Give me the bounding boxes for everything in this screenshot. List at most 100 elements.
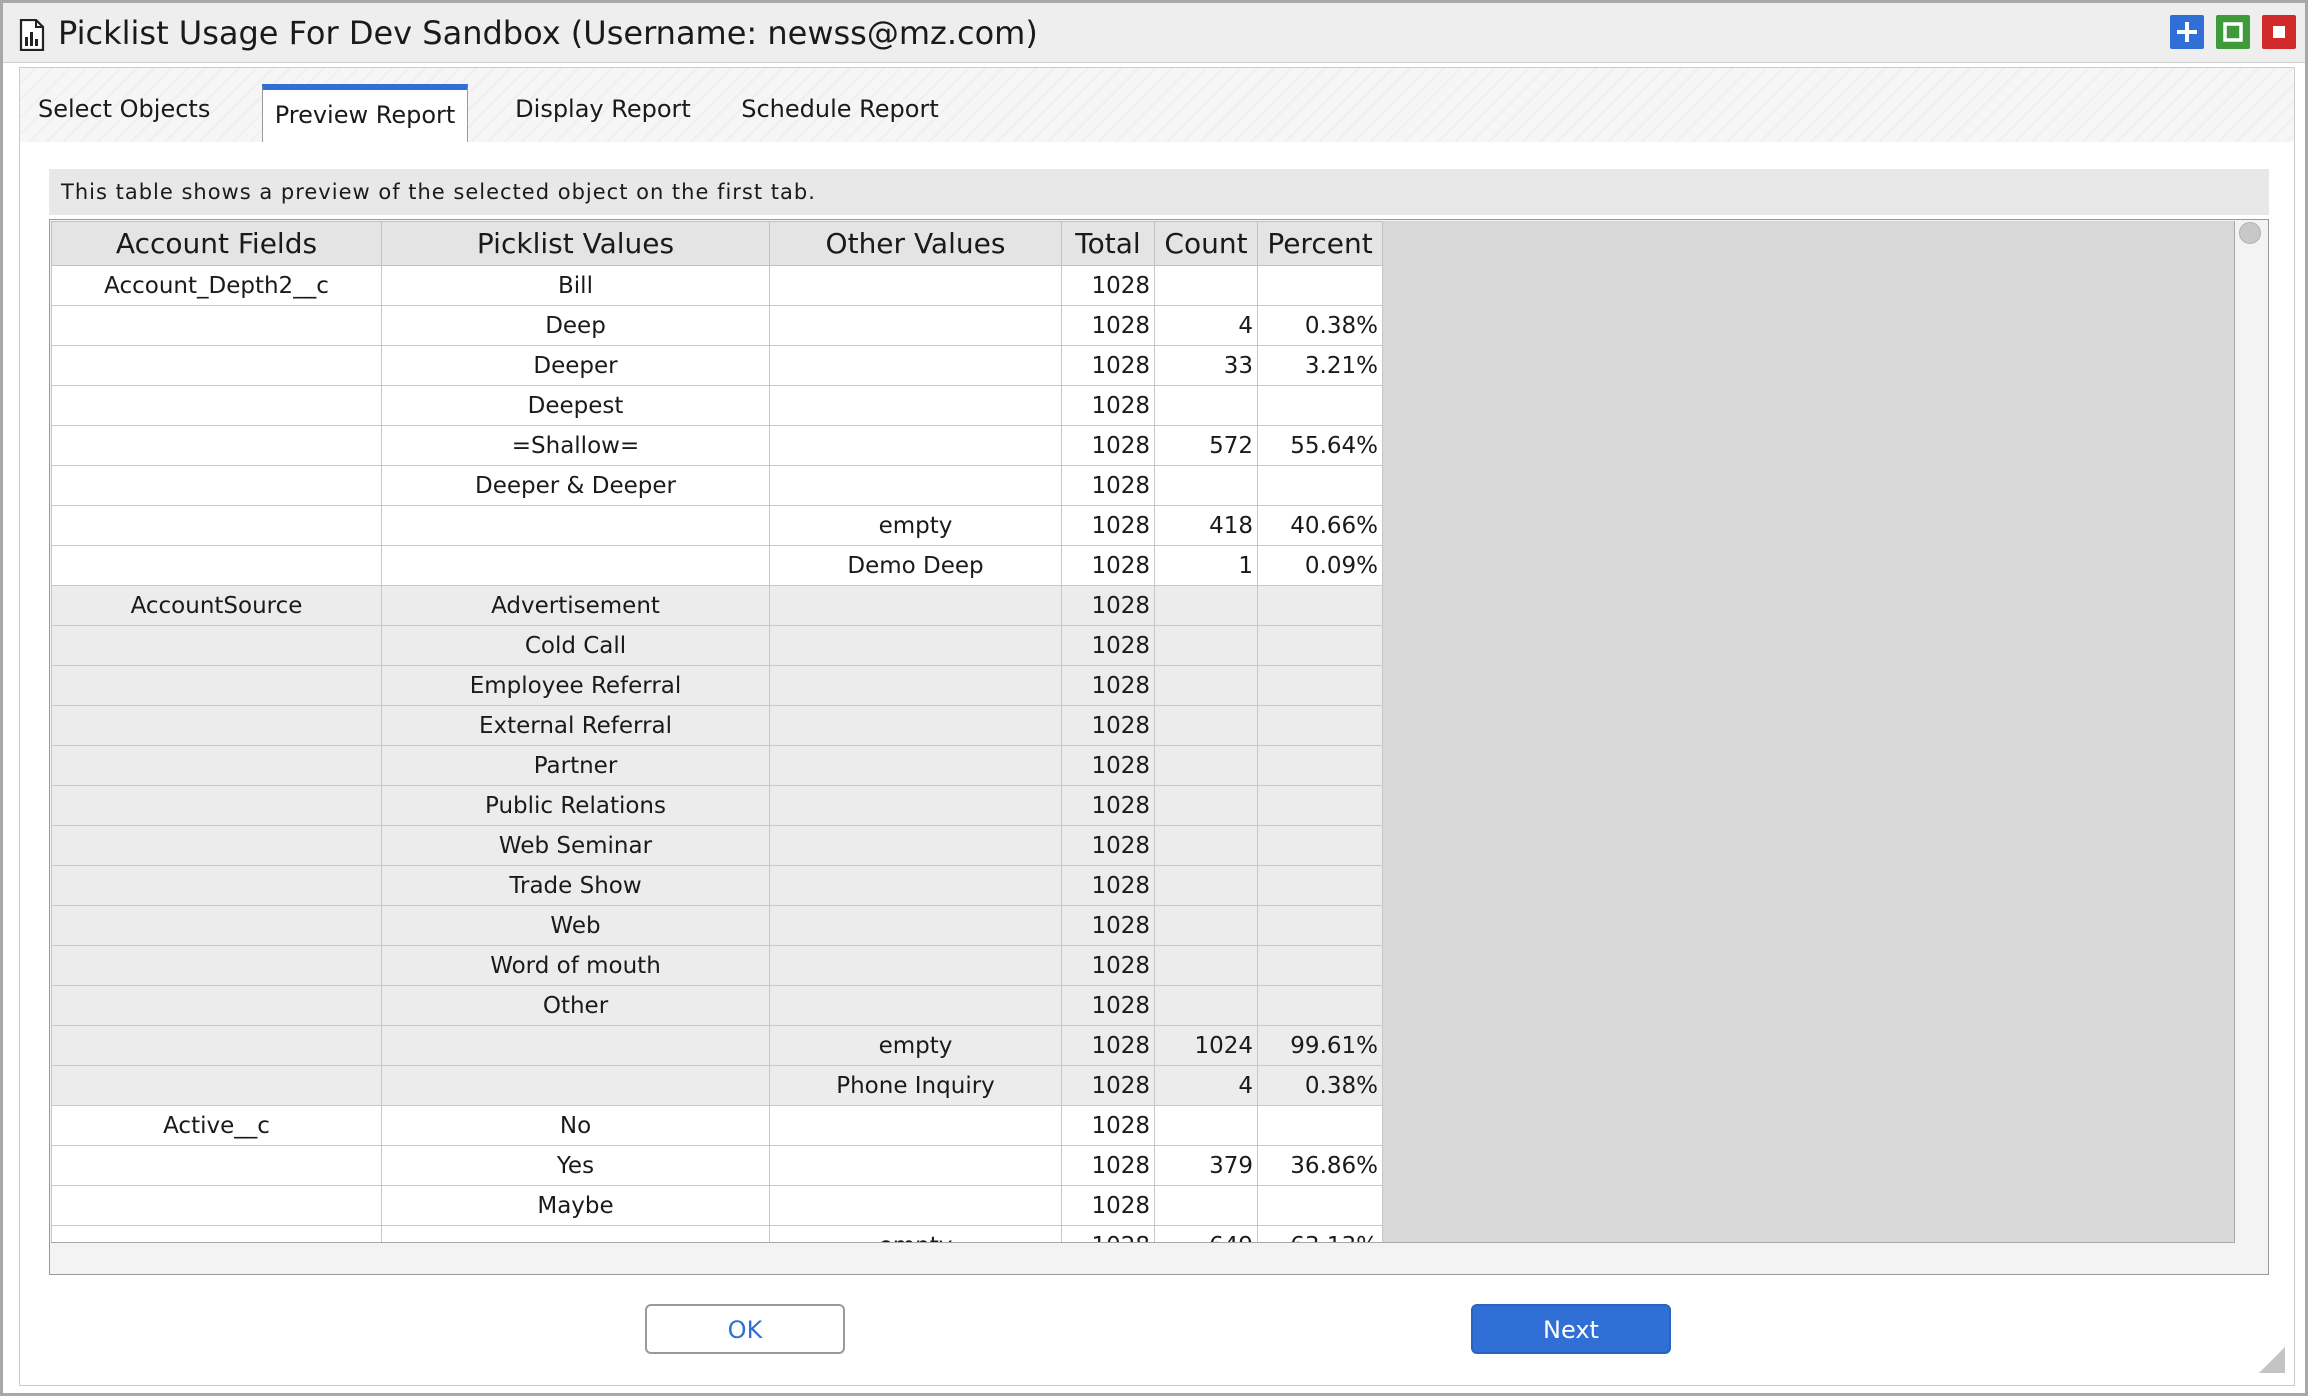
cell-picklist-value: No	[381, 1105, 770, 1146]
cell-account-field: AccountSource	[51, 585, 382, 626]
tab-select-objects[interactable]: Select Objects	[38, 82, 210, 144]
table-row[interactable]: Deeper 1028 33 3.21%	[51, 345, 1383, 386]
table-row[interactable]: Employee Referral 1028	[51, 665, 1383, 706]
cell-account-field	[51, 385, 382, 426]
add-window-button[interactable]	[2170, 15, 2204, 49]
resize-grip-icon[interactable]	[2259, 1347, 2285, 1373]
table-row[interactable]: Active__c No 1028	[51, 1105, 1383, 1146]
cell-percent: 55.64%	[1257, 425, 1383, 466]
cell-account-field	[51, 705, 382, 746]
cell-count: 4	[1154, 305, 1258, 346]
column-header-other-values[interactable]: Other Values	[769, 221, 1062, 266]
cell-count: 418	[1154, 505, 1258, 546]
tab-preview-report[interactable]: Preview Report	[262, 84, 468, 145]
cell-count	[1154, 585, 1258, 626]
close-button[interactable]	[2262, 15, 2296, 49]
cell-total: 1028	[1061, 985, 1155, 1026]
cell-account-field	[51, 345, 382, 386]
report-table-scroll-area[interactable]: Account Fields Picklist Values Other Val…	[51, 221, 2235, 1243]
cell-account-field	[51, 505, 382, 546]
cell-count	[1154, 1185, 1258, 1226]
plus-icon	[2177, 22, 2197, 42]
table-row[interactable]: Demo Deep 1028 1 0.09%	[51, 545, 1383, 586]
tab-display-report[interactable]: Display Report	[503, 82, 703, 144]
cell-picklist-value: Bill	[381, 265, 770, 306]
cell-other-value	[769, 305, 1062, 346]
cell-total: 1028	[1061, 505, 1155, 546]
scrollbar-thumb[interactable]	[2239, 222, 2261, 244]
column-header-count[interactable]: Count	[1154, 221, 1258, 266]
cell-total: 1028	[1061, 785, 1155, 826]
cell-account-field	[51, 985, 382, 1026]
table-row[interactable]: Maybe 1028	[51, 1185, 1383, 1226]
cell-other-value	[769, 665, 1062, 706]
cell-count: 649	[1154, 1225, 1258, 1242]
cell-total: 1028	[1061, 1065, 1155, 1106]
column-header-account-fields[interactable]: Account Fields	[51, 221, 382, 266]
column-header-picklist-values[interactable]: Picklist Values	[381, 221, 770, 266]
cell-percent: 36.86%	[1257, 1145, 1383, 1186]
table-row[interactable]: Phone Inquiry 1028 4 0.38%	[51, 1065, 1383, 1106]
title-bar[interactable]: Picklist Usage For Dev Sandbox (Username…	[3, 3, 2305, 63]
table-row[interactable]: Deepest 1028	[51, 385, 1383, 426]
cell-count	[1154, 945, 1258, 986]
table-row[interactable]: Word of mouth 1028	[51, 945, 1383, 986]
table-row[interactable]: Partner 1028	[51, 745, 1383, 786]
table-row[interactable]: Yes 1028 379 36.86%	[51, 1145, 1383, 1186]
cell-percent	[1257, 1185, 1383, 1226]
cell-picklist-value: Partner	[381, 745, 770, 786]
cell-picklist-value	[381, 545, 770, 586]
ok-button[interactable]: OK	[645, 1304, 845, 1354]
cell-total: 1028	[1061, 345, 1155, 386]
table-body: Account_Depth2__c Bill 1028 Deep 1028 4 0.38% D…	[51, 265, 1383, 1242]
cell-count	[1154, 665, 1258, 706]
cell-other-value	[769, 465, 1062, 506]
cell-total: 1028	[1061, 265, 1155, 306]
cell-account-field	[51, 625, 382, 666]
cell-total: 1028	[1061, 905, 1155, 946]
next-button[interactable]: Next	[1471, 1304, 1671, 1354]
cell-total: 1028	[1061, 1145, 1155, 1186]
table-row[interactable]: Trade Show 1028	[51, 865, 1383, 906]
cell-percent: 0.38%	[1257, 1065, 1383, 1106]
cell-percent	[1257, 785, 1383, 826]
table-row[interactable]: External Referral 1028	[51, 705, 1383, 746]
table-row[interactable]: =Shallow= 1028 572 55.64%	[51, 425, 1383, 466]
cell-count	[1154, 385, 1258, 426]
table-row[interactable]: AccountSource Advertisement 1028	[51, 585, 1383, 626]
maximize-button[interactable]	[2216, 15, 2250, 49]
cell-picklist-value: Deep	[381, 305, 770, 346]
cell-total: 1028	[1061, 385, 1155, 426]
cell-percent: 99.61%	[1257, 1025, 1383, 1066]
cell-total: 1028	[1061, 1185, 1155, 1226]
cell-percent: 40.66%	[1257, 505, 1383, 546]
cell-picklist-value: Advertisement	[381, 585, 770, 626]
cell-percent: 0.38%	[1257, 305, 1383, 346]
cell-percent	[1257, 905, 1383, 946]
cell-count	[1154, 1105, 1258, 1146]
table-row[interactable]: Account_Depth2__c Bill 1028	[51, 265, 1383, 306]
cell-count	[1154, 465, 1258, 506]
table-row[interactable]: empty 1028 418 40.66%	[51, 505, 1383, 546]
cell-count	[1154, 705, 1258, 746]
column-header-total[interactable]: Total	[1061, 221, 1155, 266]
table-header-row: Account Fields Picklist Values Other Val…	[51, 221, 1383, 266]
cell-count: 1024	[1154, 1025, 1258, 1066]
table-row[interactable]: Public Relations 1028	[51, 785, 1383, 826]
cell-total: 1028	[1061, 465, 1155, 506]
table-row[interactable]: empty 1028 1024 99.61%	[51, 1025, 1383, 1066]
table-row[interactable]: Deep 1028 4 0.38%	[51, 305, 1383, 346]
table-row[interactable]: Deeper & Deeper 1028	[51, 465, 1383, 506]
cell-other-value	[769, 625, 1062, 666]
cell-picklist-value: Web	[381, 905, 770, 946]
cell-picklist-value: Trade Show	[381, 865, 770, 906]
cell-account-field	[51, 785, 382, 826]
table-row[interactable]: Cold Call 1028	[51, 625, 1383, 666]
column-header-percent[interactable]: Percent	[1257, 221, 1383, 266]
table-row[interactable]: Other 1028	[51, 985, 1383, 1026]
table-row[interactable]: Web Seminar 1028	[51, 825, 1383, 866]
tab-schedule-report[interactable]: Schedule Report	[725, 82, 955, 144]
cell-percent: 0.09%	[1257, 545, 1383, 586]
table-row[interactable]: empty102864963.13%	[51, 1225, 1383, 1242]
table-row[interactable]: Web 1028	[51, 905, 1383, 946]
